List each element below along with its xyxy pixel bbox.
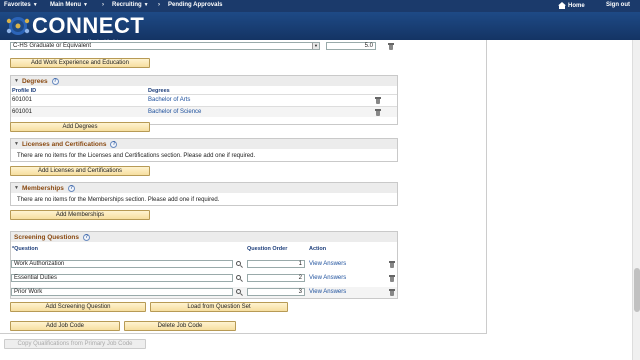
memberships-title: Memberships [21, 184, 64, 192]
chevron-down-icon: ▼ [143, 2, 149, 8]
collapse-triangle-icon: ▼ [14, 185, 19, 191]
search-icon[interactable] [236, 289, 243, 296]
main-menu[interactable]: Main Menu ▼ [50, 2, 88, 8]
screening-header[interactable]: Screening Questions? [11, 232, 397, 242]
add-job-code-button[interactable]: Add Job Code [10, 321, 120, 331]
favorites-label: Favorites [4, 2, 31, 8]
question-order-input[interactable]: 1 [247, 260, 305, 268]
recruiting-label: Recruiting [112, 2, 142, 8]
chevron-down-icon: ▼ [32, 2, 38, 8]
question-input[interactable]: Essential Duties [11, 274, 233, 282]
delete-job-code-button[interactable]: Delete Job Code [124, 321, 236, 331]
signout-link[interactable]: Sign out [606, 2, 630, 8]
memberships-section: ▼ Memberships? There are no items for the… [10, 182, 398, 206]
divider [486, 40, 487, 334]
home-icon [558, 2, 566, 9]
question-order-value: 3 [298, 289, 302, 295]
delete-question-trash-icon[interactable] [389, 289, 395, 296]
question-value: Work Authorization [14, 261, 65, 267]
help-icon[interactable]: ? [110, 140, 118, 148]
header-banner: CONNECT Maryland Judiciary [0, 12, 640, 43]
screening-question-row: Work Authorization 1 View Answers [11, 259, 397, 270]
top-nav-bar: Favorites ▼ Main Menu ▼ › Recruiting ▼ › Pend… [0, 0, 640, 12]
divider [0, 333, 486, 334]
question-input[interactable]: Work Authorization [11, 260, 233, 268]
degrees-section: ▼ Degrees? Profile ID Degrees 601001 Bach… [10, 75, 398, 125]
degree-profile-id: 601001 [12, 109, 33, 115]
search-icon[interactable] [236, 275, 243, 282]
delete-question-trash-icon[interactable] [389, 275, 395, 282]
licenses-section: ▼ Licenses and Certifications? There are … [10, 138, 398, 162]
education-value-field[interactable]: 5.0 [326, 42, 376, 50]
help-icon[interactable]: ? [83, 233, 91, 241]
degree-row: 601001 Bachelor of Arts [11, 94, 397, 105]
breadcrumb-pending-approvals[interactable]: › Pending Approvals [158, 2, 222, 8]
screening-questions-section: Screening Questions? *Question Question … [10, 231, 398, 299]
degree-link[interactable]: Bachelor of Arts [148, 97, 190, 103]
screening-question-row: Prior Work 3 View Answers [11, 287, 397, 298]
delete-degree-trash-icon[interactable] [375, 109, 381, 116]
signout-label: Sign out [606, 2, 630, 8]
licenses-empty-message: There are no items for the Licenses and … [17, 153, 256, 159]
question-value: Prior Work [14, 289, 43, 295]
add-screening-question-button[interactable]: Add Screening Question [10, 302, 146, 312]
home-label: Home [568, 2, 585, 9]
load-from-question-set-button[interactable]: Load from Question Set [150, 302, 288, 312]
favorites-menu[interactable]: Favorites ▼ [4, 2, 38, 8]
memberships-header[interactable]: ▼ Memberships? [11, 183, 397, 193]
question-input[interactable]: Prior Work [11, 288, 233, 296]
screening-title: Screening Questions [14, 233, 80, 241]
connect-logo-icon [6, 17, 30, 35]
add-licenses-button[interactable]: Add Licenses and Certifications [10, 166, 150, 176]
delete-question-trash-icon[interactable] [389, 261, 395, 268]
education-level-value: C-HS Graduate or Equivalent [13, 43, 92, 49]
view-answers-link[interactable]: View Answers [309, 275, 346, 281]
help-icon[interactable]: ? [51, 77, 59, 85]
collapse-triangle-icon: ▼ [14, 78, 19, 84]
view-answers-link[interactable]: View Answers [309, 261, 346, 267]
dropdown-arrow-icon: ▼ [312, 43, 319, 49]
home-link[interactable]: Home [558, 2, 585, 9]
add-work-experience-button[interactable]: Add Work Experience and Education [10, 58, 150, 68]
main-menu-label: Main Menu [50, 2, 81, 8]
degrees-header[interactable]: ▼ Degrees? [11, 76, 397, 86]
add-memberships-button[interactable]: Add Memberships [10, 210, 150, 220]
degree-profile-id: 601001 [12, 97, 33, 103]
help-icon[interactable]: ? [67, 184, 75, 192]
degrees-title: Degrees [21, 77, 48, 85]
app-logo-title: CONNECT [32, 13, 145, 38]
copy-qualifications-button[interactable]: Copy Qualifications from Primary Job Cod… [4, 339, 146, 349]
add-degrees-button[interactable]: Add Degrees [10, 122, 150, 132]
breadcrumb-separator-icon: › [102, 2, 104, 8]
breadcrumb-recruiting[interactable]: › Recruiting ▼ [102, 2, 149, 8]
education-value: 5.0 [364, 43, 373, 49]
question-order-input[interactable]: 3 [247, 288, 305, 296]
main-content: C-HS Graduate or Equivalent ▼ 5.0 Add Wo… [0, 40, 632, 360]
vertical-scrollbar[interactable] [632, 40, 640, 360]
degree-link[interactable]: Bachelor of Science [148, 109, 201, 115]
degree-row: 601001 Bachelor of Science [11, 106, 397, 117]
question-order-value: 1 [298, 261, 302, 267]
delete-degree-trash-icon[interactable] [375, 97, 381, 104]
question-order-input[interactable]: 2 [247, 274, 305, 282]
search-icon[interactable] [236, 261, 243, 268]
licenses-header[interactable]: ▼ Licenses and Certifications? [11, 139, 397, 149]
question-column-header: *Question [12, 246, 38, 252]
action-column-header: Action [309, 246, 327, 252]
breadcrumb-separator-icon: › [158, 2, 160, 8]
memberships-empty-message: There are no items for the Memberships s… [17, 197, 220, 203]
pending-approvals-label: Pending Approvals [168, 2, 223, 8]
question-value: Essential Duties [14, 275, 58, 281]
scrollbar-thumb[interactable] [634, 268, 640, 312]
screening-question-row: Essential Duties 2 View Answers [11, 273, 397, 284]
chevron-down-icon: ▼ [83, 2, 88, 8]
question-order-column-header: Question Order [247, 246, 288, 252]
view-answers-link[interactable]: View Answers [309, 289, 346, 295]
education-level-select[interactable]: C-HS Graduate or Equivalent ▼ [10, 42, 320, 50]
delete-education-trash-icon[interactable] [388, 43, 394, 50]
collapse-triangle-icon: ▼ [14, 141, 19, 147]
question-order-value: 2 [298, 275, 302, 281]
licenses-title: Licenses and Certifications [21, 140, 107, 148]
